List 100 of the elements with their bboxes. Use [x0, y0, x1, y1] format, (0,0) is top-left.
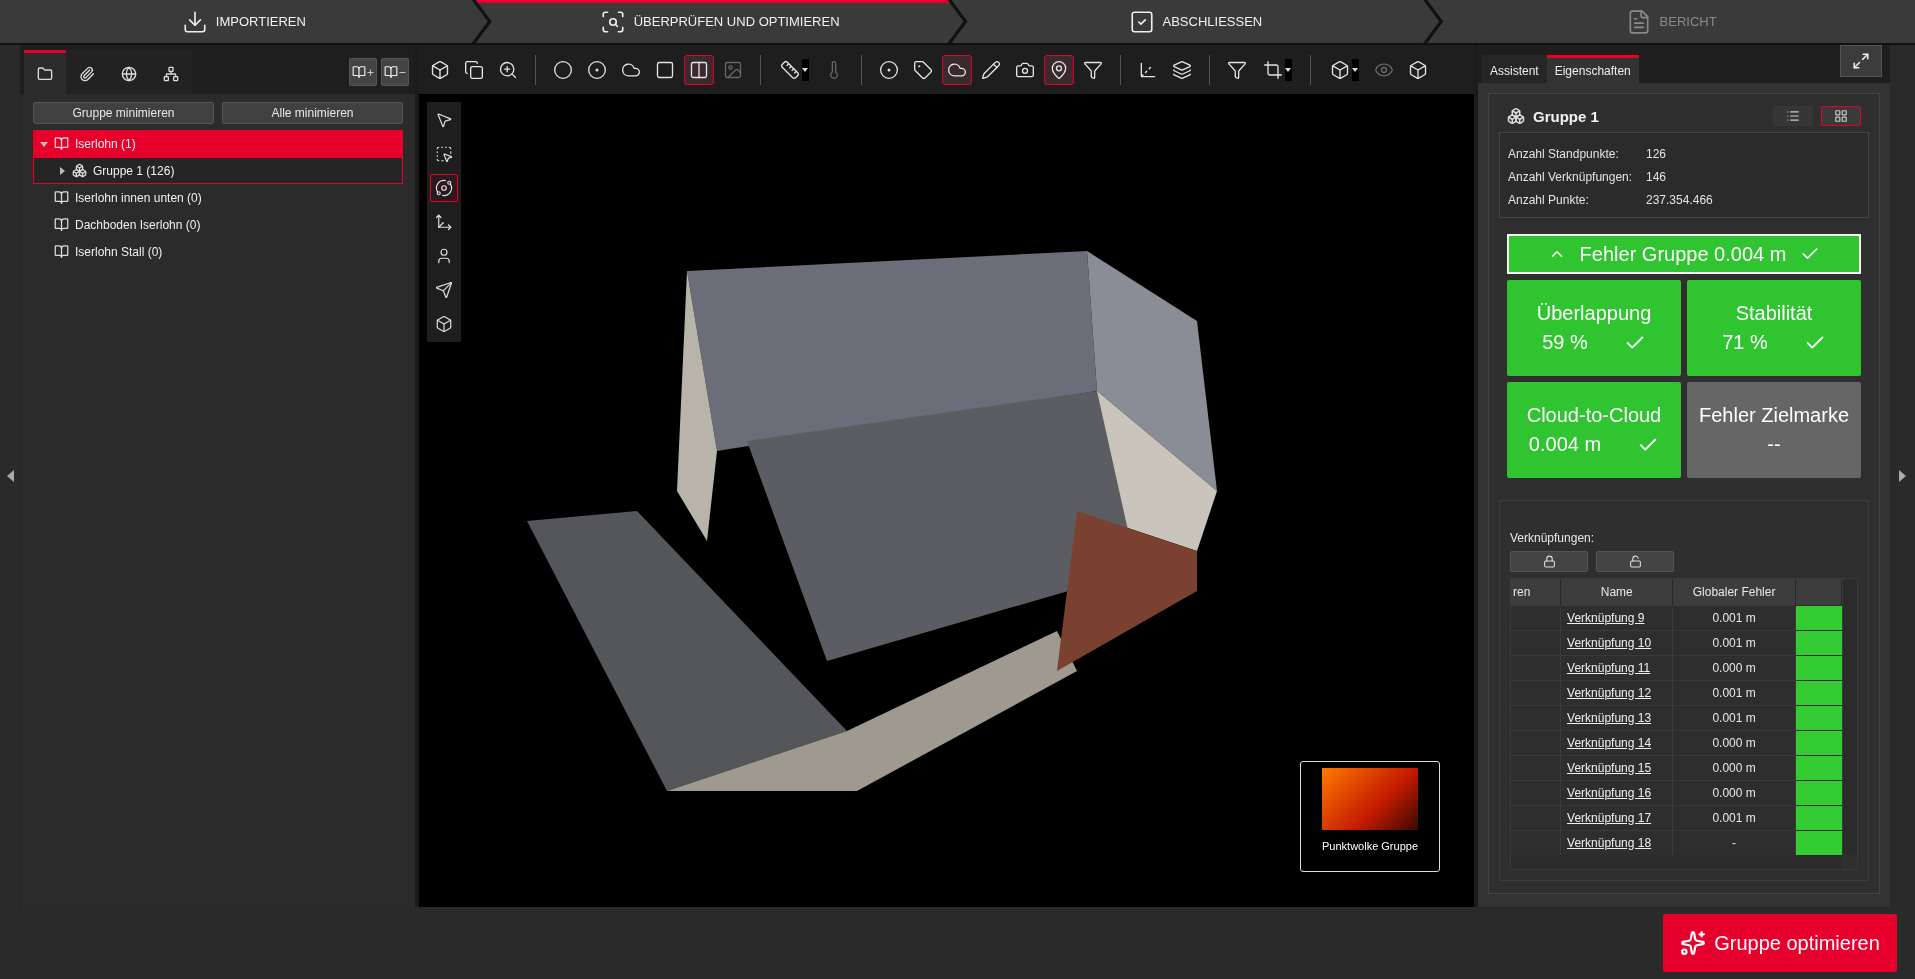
- unlock-icon: [1628, 555, 1642, 568]
- banner-label: Fehler Gruppe 0.004 m: [1579, 242, 1787, 266]
- cursor-icon: [435, 111, 453, 129]
- book-icon: [54, 217, 69, 232]
- collapse-left-icon[interactable]: [6, 470, 14, 482]
- table-cell: 0.001 m: [1672, 805, 1796, 830]
- link-name[interactable]: Verknüpfung 12: [1567, 685, 1652, 700]
- unlock-button[interactable]: [1596, 551, 1674, 572]
- cube-icon: [430, 59, 450, 80]
- table-cell: 0.000 m: [1672, 655, 1796, 680]
- tree-item[interactable]: Iserlohn (1): [33, 130, 403, 157]
- link-name[interactable]: Verknüpfung 15: [1567, 760, 1652, 775]
- stat-value: 237.354.466: [1646, 193, 1714, 207]
- table-cell: 0.000 m: [1672, 780, 1796, 805]
- workflow-step[interactable]: ÜBERPRÜFEN UND OPTIMIEREN: [475, 0, 964, 43]
- filter-icon: [1083, 59, 1103, 80]
- link-name[interactable]: Verknüpfung 9: [1567, 610, 1645, 625]
- tree-label: Dachboden Iserlohn (0): [75, 217, 201, 232]
- link-name[interactable]: Verknüpfung 17: [1567, 810, 1652, 825]
- tree-label: Iserlohn (1): [75, 136, 136, 151]
- caret-icon[interactable]: [58, 166, 66, 175]
- tree-item[interactable]: Iserlohn innen unten (0): [33, 184, 403, 211]
- thumbnail-caption: Punktwolke Gruppe: [1322, 840, 1418, 852]
- tile-value: --: [1767, 433, 1781, 456]
- tile-title: Stabilität: [1735, 301, 1813, 325]
- step-label: ABSCHLIESSEN: [1162, 14, 1263, 29]
- layers-icon: [1172, 59, 1192, 80]
- maximize-icon: [1852, 52, 1870, 70]
- book-icon: [383, 65, 398, 79]
- remove-map-button[interactable]: [381, 58, 409, 86]
- table-cell: 0.001 m: [1672, 630, 1796, 655]
- vertical-scrollbar[interactable]: [1842, 579, 1857, 855]
- tree-item[interactable]: Gruppe 1 (126): [33, 157, 403, 184]
- tree-label: Gruppe 1 (126): [93, 163, 175, 178]
- folder-icon: [37, 65, 53, 82]
- panel-tab[interactable]: [66, 50, 108, 94]
- toolbar-button[interactable]: [1044, 54, 1074, 85]
- link-name[interactable]: Verknüpfung 18: [1567, 835, 1652, 850]
- pen-icon: [981, 59, 1001, 80]
- workflow-step[interactable]: IMPORTIEREN: [0, 0, 488, 43]
- paperclip-icon: [79, 65, 95, 82]
- table-cell: -: [1672, 830, 1796, 855]
- crop-icon: [1262, 59, 1283, 80]
- panel-tab[interactable]: Assistent: [1482, 55, 1547, 83]
- panel-tab[interactable]: [150, 50, 192, 94]
- stat-value: 146: [1646, 170, 1668, 184]
- link-name[interactable]: Verknüpfung 11: [1567, 660, 1651, 675]
- target-icon: [879, 59, 899, 80]
- panels-icon: [689, 59, 709, 80]
- horizontal-scrollbar[interactable]: [1511, 855, 1842, 869]
- link-name[interactable]: Verknüpfung 14: [1567, 735, 1652, 750]
- book-icon: [54, 136, 69, 151]
- point-cloud-viewport[interactable]: Punktwolke Gruppe: [419, 94, 1474, 907]
- filter-icon: [1227, 59, 1247, 80]
- toolbar-button[interactable]: [942, 54, 972, 85]
- toolbar-button[interactable]: [684, 54, 714, 85]
- tile-title: Überlappung: [1536, 301, 1652, 325]
- collapse-right-icon[interactable]: [1899, 470, 1906, 482]
- square-icon: [655, 59, 675, 80]
- tile-value: 71 %: [1722, 331, 1768, 354]
- minimize-button[interactable]: Gruppe minimieren: [33, 102, 214, 124]
- cube-icon: [435, 315, 453, 333]
- move-icon: [435, 213, 453, 231]
- column-header[interactable]: ren: [1511, 579, 1561, 605]
- caret-icon: [1285, 67, 1291, 72]
- book-icon: [54, 244, 69, 259]
- column-header[interactable]: Name: [1560, 579, 1673, 605]
- workflow-step[interactable]: ABSCHLIESSEN: [951, 0, 1440, 43]
- checkbox-icon: [1128, 8, 1155, 35]
- link-name[interactable]: Verknüpfung 13: [1567, 710, 1652, 725]
- maximize-button[interactable]: [1840, 45, 1882, 77]
- view-tool-button[interactable]: [430, 174, 458, 202]
- tree-label: Iserlohn innen unten (0): [75, 190, 202, 205]
- panel-tab[interactable]: Eigenschaften: [1546, 55, 1639, 83]
- minimize-button[interactable]: Alle minimieren: [222, 102, 403, 124]
- view-toggle-button[interactable]: [1821, 106, 1861, 126]
- add-map-button[interactable]: [349, 58, 377, 86]
- orbit-icon: [435, 179, 453, 197]
- optimize-group-button[interactable]: Gruppe optimieren: [1663, 914, 1897, 972]
- stat-label: Anzahl Standpunkte:: [1508, 147, 1620, 161]
- step-label: BERICHT: [1659, 14, 1717, 29]
- globe-icon: [121, 65, 137, 82]
- caret-icon: [802, 67, 808, 72]
- tag-icon: [913, 59, 933, 80]
- thumbnail-card[interactable]: Punktwolke Gruppe: [1300, 761, 1440, 872]
- cursor-select-icon: [435, 145, 453, 163]
- table-cell: 0.001 m: [1672, 605, 1796, 630]
- table-cell: 0.000 m: [1672, 755, 1796, 780]
- panel-tab[interactable]: [24, 50, 66, 94]
- link-name[interactable]: Verknüpfung 10: [1567, 635, 1652, 650]
- column-header[interactable]: Globaler Fehler: [1672, 579, 1796, 605]
- lock-button[interactable]: [1510, 551, 1588, 572]
- tree-item[interactable]: Dachboden Iserlohn (0): [33, 211, 403, 238]
- cluster-icon: [72, 163, 87, 178]
- cube-icon: [1408, 59, 1428, 80]
- tile-title: Cloud-to-Cloud: [1526, 403, 1662, 427]
- tile-title: Fehler Zielmarke: [1698, 403, 1849, 427]
- link-name[interactable]: Verknüpfung 16: [1567, 785, 1652, 800]
- view-toggle-button[interactable]: [1773, 106, 1813, 126]
- tree-item[interactable]: Iserlohn Stall (0): [33, 238, 403, 265]
